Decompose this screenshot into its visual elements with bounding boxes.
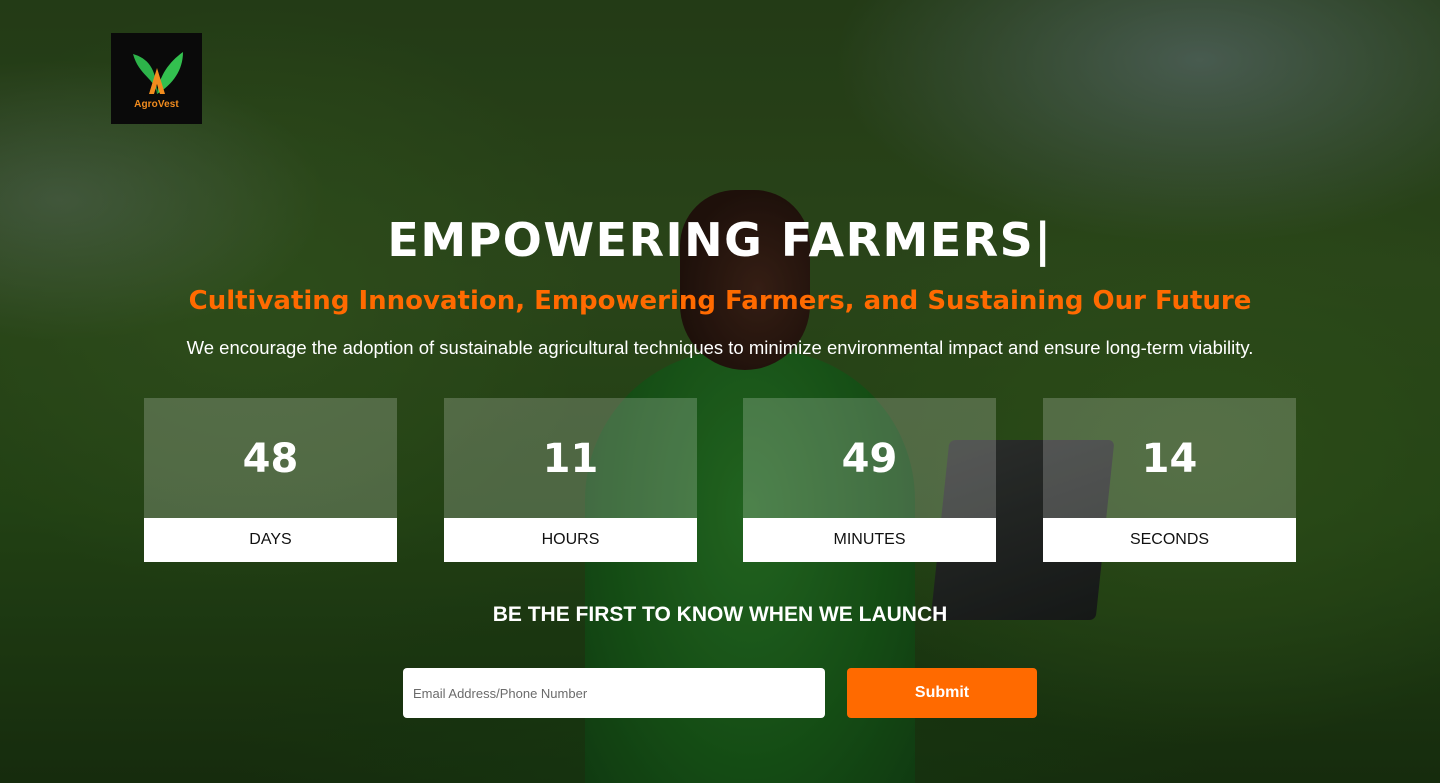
countdown-days-value: 48 — [144, 398, 397, 518]
hero-headline: EMPOWERING FARMERS| — [387, 213, 1053, 267]
countdown-minutes-value: 49 — [743, 398, 996, 518]
countdown-days: 48 DAYS — [144, 398, 397, 562]
submit-button[interactable]: Submit — [847, 668, 1037, 718]
countdown-hours-value: 11 — [444, 398, 697, 518]
countdown-seconds-label: SECONDS — [1043, 518, 1296, 562]
background-overlay — [0, 0, 1440, 783]
agrovest-logo[interactable]: AgroVest — [111, 33, 202, 124]
logo-wordmark: AgroVest — [134, 98, 179, 110]
launch-notice-heading: BE THE FIRST TO KNOW WHEN WE LAUNCH — [492, 603, 948, 626]
countdown-seconds-value: 14 — [1043, 398, 1296, 518]
countdown-seconds: 14 SECONDS — [1043, 398, 1296, 562]
countdown-minutes-label: MINUTES — [743, 518, 996, 562]
email-phone-input[interactable] — [403, 668, 825, 718]
hero-tagline: Cultivating Innovation, Empowering Farme… — [188, 286, 1252, 316]
hero-description: We encourage the adoption of sustainable… — [186, 337, 1254, 358]
leaf-logo-icon — [132, 51, 183, 94]
countdown-hours-label: HOURS — [444, 518, 697, 562]
countdown-days-label: DAYS — [144, 518, 397, 562]
countdown-hours: 11 HOURS — [444, 398, 697, 562]
countdown-minutes: 49 MINUTES — [743, 398, 996, 562]
